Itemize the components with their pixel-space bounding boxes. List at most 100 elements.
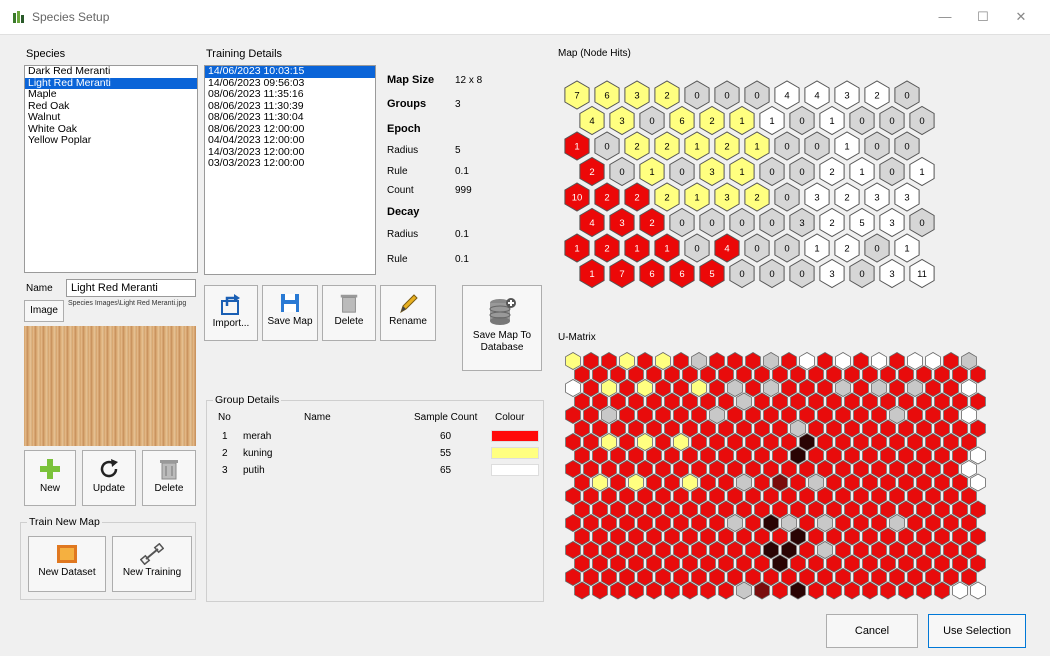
node-hit-cell[interactable]: 6 (669, 258, 695, 289)
node-hit-cell[interactable]: 0 (729, 258, 755, 289)
species-list-item[interactable]: Maple (25, 88, 197, 101)
node-hit-cell[interactable]: 1 (744, 131, 770, 161)
node-hit-cell[interactable]: 1 (759, 105, 785, 136)
save-map-to-database-button[interactable]: Save Map To Database (462, 285, 542, 371)
group-row-colour-swatch[interactable] (491, 430, 539, 442)
node-hit-cell[interactable]: 7 (564, 80, 590, 110)
node-hit-cell[interactable]: 2 (624, 182, 650, 212)
node-hit-cell[interactable]: 2 (654, 131, 680, 161)
node-hit-cell[interactable]: 1 (684, 182, 710, 212)
species-list-item[interactable]: Yellow Poplar (25, 134, 197, 147)
node-hit-cell[interactable]: 2 (819, 156, 845, 187)
node-hit-cell[interactable]: 0 (699, 207, 725, 238)
node-hit-cell[interactable]: 2 (819, 207, 845, 238)
node-hits-map[interactable]: 7 6 3 2 0 0 0 4 4 3 2 04 3 0 6 2 1 1 0 1 0 0 01 0 2 2 1 2 1 0 0 1 0 02 0 1 0… (560, 78, 980, 318)
node-hit-cell[interactable]: 3 (834, 80, 860, 110)
node-hit-cell[interactable]: 0 (669, 156, 695, 187)
use-selection-button[interactable]: Use Selection (928, 614, 1026, 648)
node-hit-cell[interactable]: 1 (564, 131, 590, 161)
node-hit-cell[interactable]: 4 (804, 80, 830, 110)
group-row-colour-swatch[interactable] (491, 447, 539, 459)
node-hit-cell[interactable]: 1 (909, 156, 935, 187)
node-hit-cell[interactable]: 1 (819, 105, 845, 136)
node-hit-cell[interactable]: 2 (594, 233, 620, 263)
training-list-item[interactable]: 08/06/2023 11:30:04 (205, 111, 375, 124)
node-hit-cell[interactable]: 1 (654, 233, 680, 263)
node-hit-cell[interactable]: 2 (579, 156, 605, 187)
species-list[interactable]: Dark Red Meranti Light Red Meranti Maple Re… (24, 65, 198, 273)
node-hit-cell[interactable]: 5 (699, 258, 725, 289)
training-list-item[interactable]: 08/06/2023 11:35:16 (205, 88, 375, 101)
node-hit-cell[interactable]: 0 (759, 156, 785, 187)
u-matrix-map[interactable] (560, 350, 1000, 602)
species-list-item[interactable]: Dark Red Meranti (25, 66, 197, 78)
node-hit-cell[interactable]: 11 (909, 258, 935, 289)
node-hit-cell[interactable]: 2 (834, 182, 860, 212)
node-hit-cell[interactable]: 1 (564, 233, 590, 263)
close-button[interactable]: ✕ (1004, 6, 1038, 28)
node-hit-cell[interactable]: 0 (789, 258, 815, 289)
node-hit-cell[interactable]: 3 (624, 80, 650, 110)
update-species-button[interactable]: Update (82, 450, 136, 506)
node-hit-cell[interactable]: 0 (879, 105, 905, 136)
node-hit-cell[interactable]: 2 (834, 233, 860, 263)
node-hit-cell[interactable]: 0 (774, 182, 800, 212)
image-button[interactable]: Image (24, 300, 64, 322)
node-hit-cell[interactable]: 6 (669, 105, 695, 136)
node-hit-cell[interactable]: 0 (729, 207, 755, 238)
node-hit-cell[interactable]: 3 (609, 105, 635, 136)
rename-button[interactable]: Rename (380, 285, 436, 341)
node-hit-cell[interactable]: 1 (894, 233, 920, 263)
node-hit-cell[interactable]: 2 (624, 131, 650, 161)
node-hit-cell[interactable]: 6 (594, 80, 620, 110)
node-hit-cell[interactable]: 3 (879, 207, 905, 238)
new-training-button[interactable]: New Training (112, 536, 192, 592)
node-hit-cell[interactable]: 3 (609, 207, 635, 238)
delete-map-button[interactable]: Delete (322, 285, 376, 341)
node-hit-cell[interactable]: 1 (834, 131, 860, 161)
node-hit-cell[interactable]: 10 (564, 182, 590, 212)
node-hit-cell[interactable]: 0 (639, 105, 665, 136)
node-hit-cell[interactable]: 4 (714, 233, 740, 263)
node-hit-cell[interactable]: 3 (879, 258, 905, 289)
node-hit-cell[interactable]: 3 (714, 182, 740, 212)
node-hit-cell[interactable]: 3 (819, 258, 845, 289)
species-name-field[interactable]: Light Red Meranti (66, 279, 196, 297)
node-hit-cell[interactable]: 3 (894, 182, 920, 212)
node-hit-cell[interactable]: 0 (849, 105, 875, 136)
maximize-button[interactable]: ☐ (966, 6, 1000, 28)
group-row-colour-swatch[interactable] (491, 464, 539, 476)
node-hit-cell[interactable]: 0 (744, 233, 770, 263)
training-list-item[interactable]: 04/04/2023 12:00:00 (205, 134, 375, 147)
node-hit-cell[interactable]: 1 (849, 156, 875, 187)
node-hit-cell[interactable]: 2 (864, 80, 890, 110)
node-hit-cell[interactable]: 0 (849, 258, 875, 289)
node-hit-cell[interactable]: 3 (804, 182, 830, 212)
node-hit-cell[interactable]: 2 (594, 182, 620, 212)
node-hit-cell[interactable]: 2 (714, 131, 740, 161)
node-hit-cell[interactable]: 1 (729, 156, 755, 187)
node-hit-cell[interactable]: 7 (609, 258, 635, 289)
node-hit-cell[interactable]: 1 (804, 233, 830, 263)
new-dataset-button[interactable]: New Dataset (28, 536, 106, 592)
node-hit-cell[interactable]: 0 (609, 156, 635, 187)
node-hit-cell[interactable]: 1 (729, 105, 755, 136)
node-hit-cell[interactable]: 2 (654, 182, 680, 212)
node-hit-cell[interactable]: 0 (789, 156, 815, 187)
training-list-item[interactable]: 03/03/2023 12:00:00 (205, 157, 375, 170)
node-hit-cell[interactable]: 1 (639, 156, 665, 187)
node-hit-cell[interactable]: 3 (864, 182, 890, 212)
save-map-button[interactable]: Save Map (262, 285, 318, 341)
node-hit-cell[interactable]: 4 (579, 105, 605, 136)
node-hit-cell[interactable]: 4 (579, 207, 605, 238)
import-button[interactable]: Import... (204, 285, 258, 341)
node-hit-cell[interactable]: 5 (849, 207, 875, 238)
node-hit-cell[interactable]: 0 (909, 105, 935, 136)
species-list-item[interactable]: Walnut (25, 111, 197, 124)
cancel-button[interactable]: Cancel (826, 614, 918, 648)
node-hit-cell[interactable]: 3 (699, 156, 725, 187)
minimize-button[interactable]: — (928, 6, 962, 28)
node-hit-cell[interactable]: 0 (864, 131, 890, 161)
node-hit-cell[interactable]: 2 (639, 207, 665, 238)
new-species-button[interactable]: New (24, 450, 76, 506)
